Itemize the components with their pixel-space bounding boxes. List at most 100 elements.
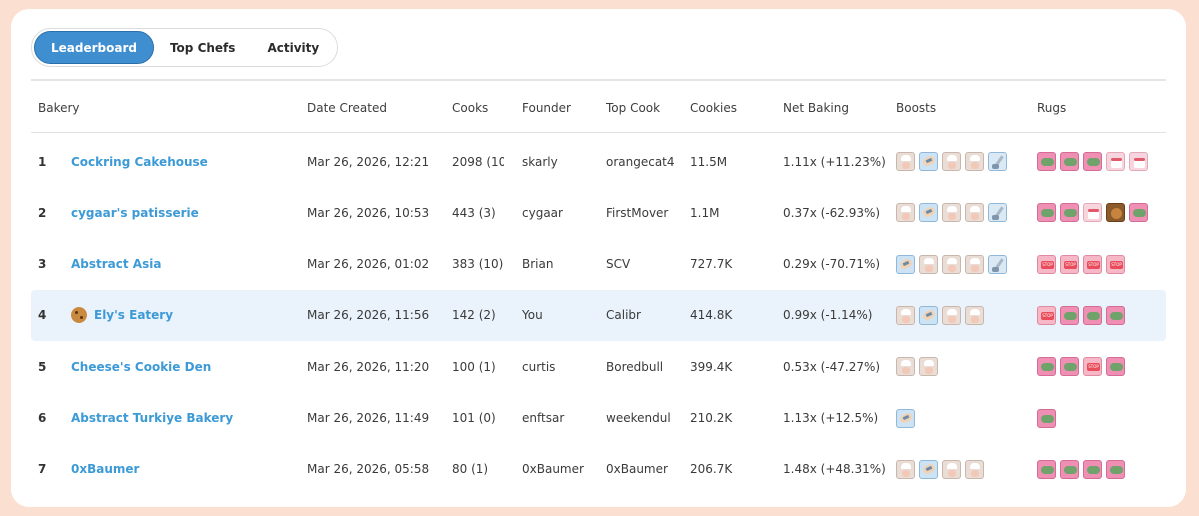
cell-text: 100 (1) bbox=[452, 359, 496, 374]
chef-icon[interactable] bbox=[896, 459, 915, 479]
stop-icon[interactable] bbox=[1060, 254, 1079, 274]
stop-icon[interactable] bbox=[1037, 305, 1056, 325]
cell-bakery[interactable]: Ely's Eatery bbox=[71, 290, 301, 341]
stop-icon[interactable] bbox=[1106, 254, 1125, 274]
chef-icon[interactable] bbox=[896, 203, 915, 223]
tab-activity[interactable]: Activity bbox=[251, 31, 335, 64]
rolling-pin-icon[interactable] bbox=[919, 203, 938, 223]
rug-icon[interactable] bbox=[1060, 152, 1079, 171]
cell-date: Mar 26, 2026, 01:02 PM bbox=[307, 239, 433, 290]
table-row[interactable]: 3 Abstract Asia Mar 26, 2026, 01:02 PM 383 … bbox=[31, 239, 1166, 290]
chef-icon[interactable] bbox=[965, 305, 984, 325]
rug-icon[interactable] bbox=[1083, 459, 1102, 479]
rug-icon[interactable] bbox=[1106, 357, 1125, 377]
rug-icon[interactable] bbox=[1037, 203, 1056, 223]
rolling-pin-icon[interactable] bbox=[896, 408, 915, 428]
chef-icon[interactable] bbox=[942, 305, 961, 325]
chef-icon[interactable] bbox=[965, 459, 984, 479]
chef-icon[interactable] bbox=[919, 254, 938, 274]
chef-icon[interactable] bbox=[965, 254, 984, 274]
rolling-pin-icon[interactable] bbox=[919, 459, 938, 479]
stop-icon[interactable] bbox=[1083, 357, 1102, 377]
bakery-link[interactable]: Cockring Cakehouse bbox=[71, 155, 208, 169]
rug-icon[interactable] bbox=[1037, 408, 1056, 428]
cake-icon[interactable] bbox=[1106, 152, 1125, 171]
chef-icon[interactable] bbox=[942, 203, 961, 223]
chef-icon[interactable] bbox=[942, 254, 961, 274]
stop-icon[interactable] bbox=[1083, 254, 1102, 274]
tab-top-chefs[interactable]: Top Chefs bbox=[154, 31, 251, 64]
bakery-link[interactable]: Ely's Eatery bbox=[94, 308, 173, 322]
table-row[interactable]: 7 0xBaumer Mar 26, 2026, 05:58 PM 80 (1) 0xB… bbox=[31, 444, 1166, 495]
rug-icon[interactable] bbox=[1106, 305, 1125, 325]
column-header-bakery[interactable]: Bakery bbox=[38, 101, 80, 115]
cookie-icon bbox=[71, 307, 87, 324]
rug-icon[interactable] bbox=[1106, 459, 1125, 479]
chef-icon[interactable] bbox=[942, 152, 961, 171]
column-header-cooks[interactable]: Cooks bbox=[452, 101, 488, 115]
cell-top-cook: weekendul bbox=[606, 393, 686, 444]
tab-bar: Leaderboard Top Chefs Activity bbox=[31, 28, 339, 67]
rolling-pin-icon[interactable] bbox=[919, 305, 938, 325]
cell-bakery[interactable]: Abstract Turkiye Bakery bbox=[71, 393, 301, 444]
cell-net: 0.53x (-47.27%) bbox=[783, 341, 893, 392]
bakery-link[interactable]: Cheese's Cookie Den bbox=[71, 360, 211, 374]
rug-icon[interactable] bbox=[1060, 305, 1079, 325]
cell-bakery[interactable]: Cockring Cakehouse bbox=[71, 136, 301, 187]
mixer-icon[interactable] bbox=[988, 152, 1007, 171]
cell-top-cook: Calibr bbox=[606, 290, 686, 341]
rug-icon[interactable] bbox=[1060, 459, 1079, 479]
rug-icon[interactable] bbox=[1083, 152, 1102, 171]
chef-icon[interactable] bbox=[896, 357, 915, 377]
rug-icon[interactable] bbox=[1037, 152, 1056, 171]
rug-icon[interactable] bbox=[1129, 203, 1148, 223]
table-row[interactable]: 2 cygaar's patisserie Mar 26, 2026, 10:53 … bbox=[31, 187, 1166, 238]
cell-bakery[interactable]: cygaar's patisserie bbox=[71, 187, 301, 238]
column-header-founder[interactable]: Founder bbox=[522, 101, 571, 115]
column-header-rugs[interactable]: Rugs bbox=[1037, 101, 1066, 115]
column-header-cookies[interactable]: Cookies bbox=[690, 101, 737, 115]
mixer-icon[interactable] bbox=[988, 203, 1007, 223]
rolling-pin-icon[interactable] bbox=[919, 152, 938, 171]
stop-icon[interactable] bbox=[1037, 254, 1056, 274]
cell-text: 414.8K bbox=[690, 308, 733, 323]
cell-bakery[interactable]: Abstract Asia bbox=[71, 239, 301, 290]
cell-bakery[interactable]: 0xBaumer bbox=[71, 444, 301, 495]
bakery-link[interactable]: cygaar's patisserie bbox=[71, 206, 199, 220]
table-row[interactable]: 1 Cockring Cakehouse Mar 26, 2026, 12:21 P… bbox=[31, 136, 1166, 187]
rug-icon[interactable] bbox=[1060, 357, 1079, 377]
brownie-icon[interactable] bbox=[1106, 203, 1125, 223]
table-row[interactable]: 4 Ely's Eatery Mar 26, 2026, 11:56 AM 142 (… bbox=[31, 289, 1166, 341]
rolling-pin-icon[interactable] bbox=[896, 254, 915, 274]
rug-icon[interactable] bbox=[1037, 357, 1056, 377]
cell-text: 80 (1) bbox=[452, 462, 489, 477]
mixer-icon[interactable] bbox=[988, 254, 1007, 274]
bakery-link[interactable]: Abstract Turkiye Bakery bbox=[71, 411, 233, 425]
cell-bakery[interactable]: Cheese's Cookie Den bbox=[71, 341, 301, 392]
chef-icon[interactable] bbox=[896, 305, 915, 325]
table-row[interactable]: 5 Cheese's Cookie Den Mar 26, 2026, 11:20 … bbox=[31, 341, 1166, 392]
chef-icon[interactable] bbox=[965, 152, 984, 171]
column-header-date[interactable]: Date Created bbox=[307, 101, 387, 115]
rug-icon[interactable] bbox=[1083, 305, 1102, 325]
cell-text: 0.53x (-47.27%) bbox=[783, 359, 881, 374]
rug-icon[interactable] bbox=[1037, 459, 1056, 479]
column-header-net-baking[interactable]: Net Baking bbox=[783, 101, 849, 115]
cell-text: 210.2K bbox=[690, 411, 733, 425]
tab-leaderboard[interactable]: Leaderboard bbox=[34, 31, 154, 64]
column-header-boosts[interactable]: Boosts bbox=[896, 101, 936, 115]
bakery-link[interactable]: Abstract Asia bbox=[71, 257, 161, 271]
chef-icon[interactable] bbox=[965, 203, 984, 223]
chef-icon[interactable] bbox=[896, 152, 915, 171]
chef-icon[interactable] bbox=[942, 459, 961, 479]
column-header-top-cook[interactable]: Top Cook bbox=[606, 101, 660, 115]
cell-boosts bbox=[896, 341, 938, 392]
cake-icon[interactable] bbox=[1129, 152, 1148, 171]
leaderboard-card: Leaderboard Top Chefs Activity Bakery Da… bbox=[11, 9, 1186, 507]
chef-icon[interactable] bbox=[919, 357, 938, 377]
table-row[interactable]: 6 Abstract Turkiye Bakery Mar 26, 2026, 11… bbox=[31, 393, 1166, 444]
cell-net: 1.13x (+12.5%) bbox=[783, 393, 893, 444]
bakery-link[interactable]: 0xBaumer bbox=[71, 462, 139, 476]
rug-icon[interactable] bbox=[1060, 203, 1079, 223]
cake-icon[interactable] bbox=[1083, 203, 1102, 223]
